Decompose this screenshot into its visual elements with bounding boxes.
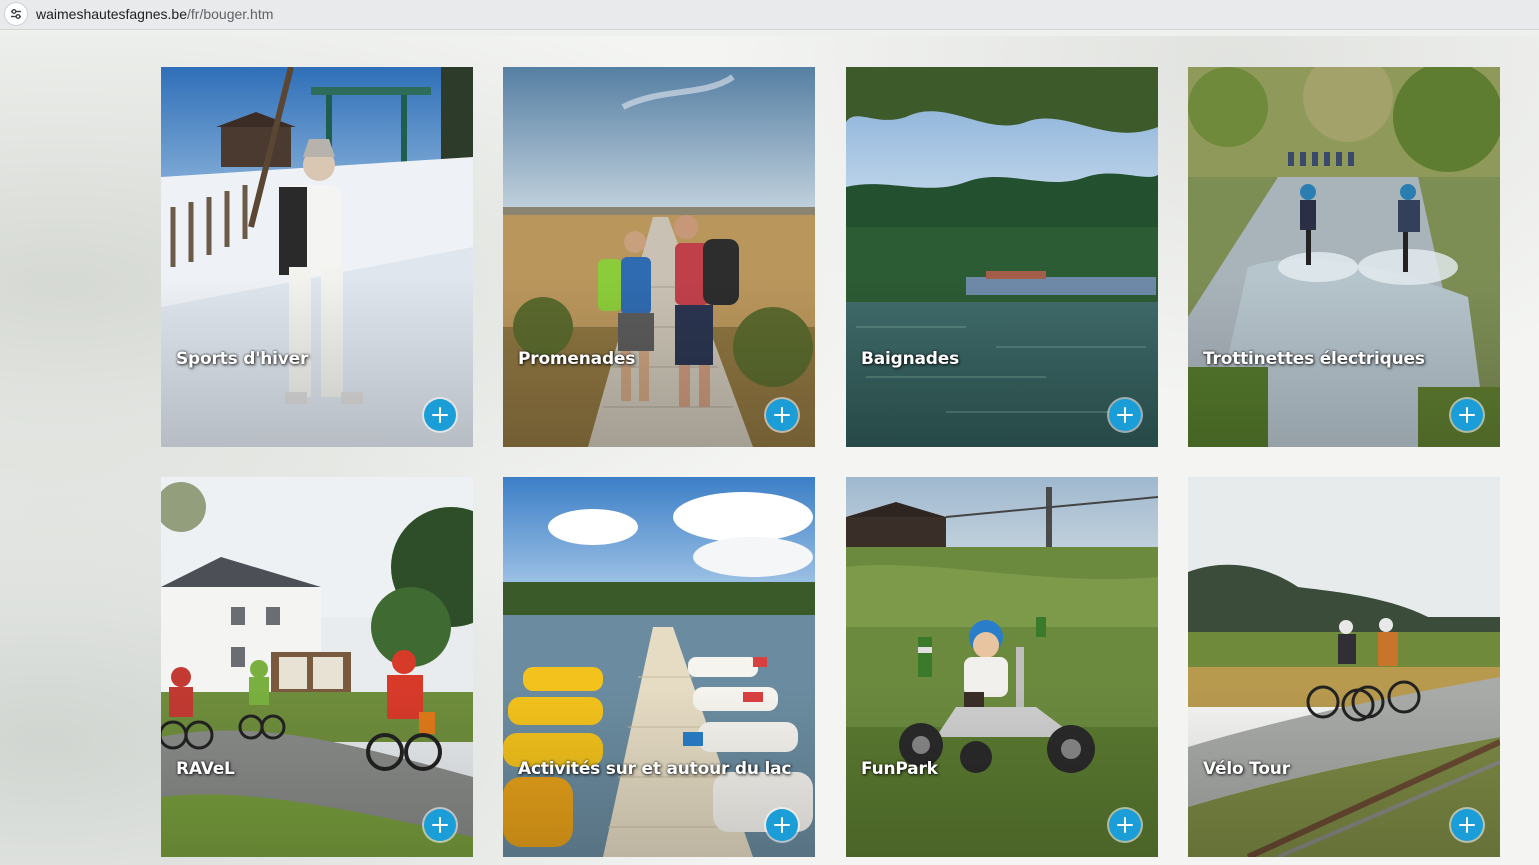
tile-promenades[interactable]: Promenades	[503, 67, 815, 447]
address-bar[interactable]: waimeshautesfagnes.be/fr/bouger.htm	[0, 0, 1539, 30]
tile-baignades[interactable]: Baignades	[846, 67, 1158, 447]
url-text[interactable]: waimeshautesfagnes.be/fr/bouger.htm	[36, 6, 273, 22]
plus-icon[interactable]	[1451, 809, 1483, 841]
tile-label: Trottinettes électriques	[1203, 349, 1425, 369]
tile-label: Vélo Tour	[1203, 759, 1290, 779]
plus-icon[interactable]	[766, 399, 798, 431]
site-info-button[interactable]	[5, 3, 27, 25]
plus-icon[interactable]	[766, 809, 798, 841]
plus-icon[interactable]	[424, 809, 456, 841]
plus-icon[interactable]	[424, 399, 456, 431]
tile-funpark[interactable]: FunPark	[846, 477, 1158, 857]
url-path: /fr/bouger.htm	[187, 6, 274, 22]
plus-icon[interactable]	[1109, 399, 1141, 431]
tune-icon	[11, 9, 21, 19]
tile-sports-hiver[interactable]: Sports d'hiver	[161, 67, 473, 447]
plus-icon[interactable]	[1109, 809, 1141, 841]
tile-label: RAVeL	[176, 759, 235, 779]
tile-label: Promenades	[518, 349, 636, 369]
tile-trottinettes[interactable]: Trottinettes électriques	[1188, 67, 1500, 447]
tile-ravel[interactable]: RAVeL	[161, 477, 473, 857]
tile-label: Activités sur et autour du lac	[518, 759, 792, 779]
tile-velo-tour[interactable]: Vélo Tour	[1188, 477, 1500, 857]
tile-activites-lac[interactable]: Activités sur et autour du lac	[503, 477, 815, 857]
url-domain: waimeshautesfagnes.be	[36, 6, 187, 22]
tile-label: FunPark	[861, 759, 938, 779]
plus-icon[interactable]	[1451, 399, 1483, 431]
tile-label: Sports d'hiver	[176, 349, 309, 369]
tile-label: Baignades	[861, 349, 960, 369]
